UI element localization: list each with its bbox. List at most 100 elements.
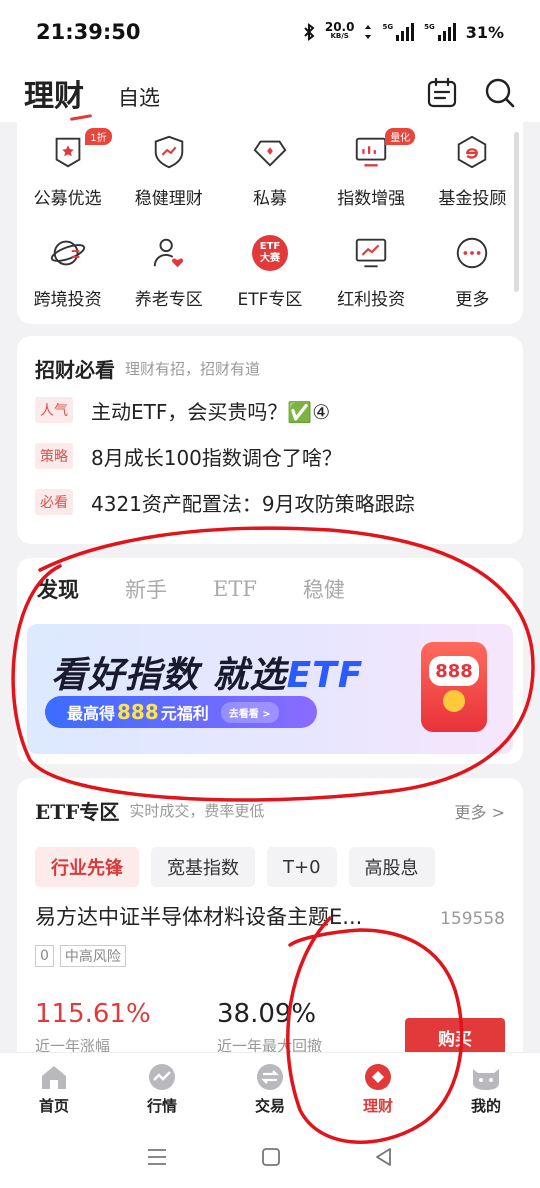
nav-wealth[interactable]: 理财: [324, 1053, 432, 1126]
grid-badge: 1折: [85, 128, 112, 145]
grid-label: ETF专区: [237, 290, 303, 310]
banner-pill: 最高得 888 元福利 去看看 >: [45, 696, 317, 728]
nav-market[interactable]: 行情: [108, 1053, 216, 1126]
net-speed-unit: KB/S: [330, 32, 349, 40]
grid-item-fund-advisory[interactable]: 基金投顾: [422, 126, 523, 227]
more-dots-icon: [457, 237, 488, 269]
status-icons: 20.0 KB/S 5G 5G 31%: [303, 20, 504, 42]
news-item[interactable]: 策略 8月成长100指数调仓了啥？: [35, 433, 505, 479]
etf-contest-icon: ETF 大赛: [251, 235, 288, 271]
chip-t-plus-zero[interactable]: T+0: [267, 847, 337, 887]
grid-label: 更多: [455, 290, 490, 310]
signal-icon: 5G: [382, 23, 415, 41]
diamond-icon: [253, 140, 287, 167]
news-tag: 人气: [35, 397, 73, 423]
status-time: 21:39:50: [36, 20, 141, 44]
nav-label: 我的: [470, 1097, 501, 1115]
nav-label: 首页: [38, 1097, 69, 1115]
grid-label: 指数增强: [337, 189, 406, 209]
net-speed-value: 20.0: [324, 20, 355, 34]
bluetooth-icon: [304, 23, 315, 41]
e-badge-icon: [458, 135, 487, 169]
battery-level: 31%: [465, 22, 504, 42]
grid-item-public-fund[interactable]: 1折 公募优选: [17, 126, 118, 227]
nav-label: 交易: [254, 1097, 285, 1115]
grid-item-private-fund[interactable]: 私募: [219, 126, 320, 227]
banner-go-button[interactable]: 去看看 >: [220, 701, 279, 723]
main-content[interactable]: 1折 公募优选 稳健理财 私募 量化 指数增强 基金投顾 跨境投资 养老专区 E…: [0, 122, 540, 1052]
grid-label: 养老专区: [134, 290, 203, 310]
nav-profile[interactable]: 我的: [432, 1053, 540, 1126]
banner-headline-b: 就选: [212, 655, 287, 696]
signal-icon: 5G: [424, 23, 456, 41]
shield-trend-icon: [154, 135, 184, 169]
market-icon: [149, 1064, 175, 1090]
grid-item-etf-zone[interactable]: ETF 大赛 ETF专区: [219, 227, 320, 328]
grid-item-index-enhanced[interactable]: 量化 指数增强: [321, 126, 422, 227]
news-item[interactable]: 必看 4321资产配置法：9月攻防策略跟踪: [35, 479, 505, 525]
nav-trade[interactable]: 交易: [216, 1053, 324, 1126]
grid-label: 稳健理财: [134, 189, 203, 209]
tab-wealth[interactable]: 理财: [24, 71, 84, 115]
section-title: ETF专区: [35, 800, 120, 824]
pill-num: 888: [117, 700, 159, 724]
search-icon[interactable]: [484, 77, 516, 109]
profile-icon: [473, 1069, 499, 1090]
tab-beginner[interactable]: 新手: [125, 574, 167, 604]
home-square-icon[interactable]: [261, 1147, 281, 1167]
grid-item-pension[interactable]: 养老专区: [118, 227, 219, 328]
buy-button[interactable]: 购买: [405, 1018, 505, 1052]
grid-item-stable-wealth[interactable]: 稳健理财: [118, 126, 219, 227]
bottom-nav: 首页 行情 交易 理财 我的: [0, 1052, 540, 1126]
fund-return-value: 115.61%: [35, 999, 151, 1029]
fund-item[interactable]: 易方达中证半导体材料设备主题E... 159558 0 中高风险 115.61% 近一…: [17, 887, 523, 1052]
grid-item-cross-border[interactable]: 跨境投资: [17, 227, 118, 328]
net-speed: 20.0 KB/S: [324, 20, 355, 41]
etf-zone-card: ETF专区 实时成交，费率更低 更多 > 行业先锋 宽基指数 T+0 高股息 易…: [17, 778, 523, 1052]
nav-home[interactable]: 首页: [0, 1053, 108, 1126]
etf-badge-top: ETF: [259, 241, 281, 252]
nav-label: 行情: [146, 1097, 177, 1115]
top-nav: 理财 自选: [0, 64, 540, 122]
calendar-list-icon[interactable]: [426, 77, 458, 109]
data-arrows-icon: [365, 25, 372, 39]
fund-tag-num: 0: [35, 945, 54, 967]
nav-label: 理财: [362, 1097, 393, 1115]
news-text: 4321资产配置法：9月攻防策略跟踪: [91, 491, 415, 516]
globe-exchange-icon: [50, 240, 85, 266]
status-bar: 21:39:50 20.0 KB/S 5G 5G 31%: [0, 0, 540, 64]
tab-watchlist[interactable]: 自选: [118, 82, 160, 112]
tab-stable[interactable]: 稳健: [303, 574, 345, 604]
scroll-indicator: [514, 132, 519, 292]
chip-broad-index[interactable]: 宽基指数: [151, 847, 255, 887]
news-item[interactable]: 人气 主动ETF，会买贵吗？✅④: [35, 387, 505, 433]
monitor-trend-icon: [355, 238, 387, 268]
fund-risk-tag: 中高风险: [59, 945, 126, 967]
promo-banner[interactable]: 看好指数 就选ETF 最高得 888 元福利 去看看 > 888: [27, 624, 513, 754]
more-link[interactable]: 更多 >: [455, 799, 506, 823]
section-subtitle: 理财有招，招财有道: [125, 360, 261, 378]
grid-item-dividend[interactable]: 红利投资: [321, 227, 422, 328]
feature-grid: 1折 公募优选 稳健理财 私募 量化 指数增强 基金投顾 跨境投资 养老专区 E…: [17, 122, 523, 324]
section-subtitle: 实时成交，费率更低: [129, 802, 265, 820]
trade-icon: [257, 1064, 283, 1090]
pill-pre: 最高得: [67, 704, 116, 723]
tab-etf[interactable]: ETF: [213, 577, 257, 601]
grid-label: 基金投顾: [438, 189, 507, 209]
chip-high-dividend[interactable]: 高股息: [348, 847, 435, 887]
fund-code: 159558: [440, 909, 505, 929]
fund-return-label: 近一年涨幅: [35, 1037, 111, 1052]
etf-badge-bottom: 大赛: [259, 253, 280, 264]
grid-item-more[interactable]: 更多: [422, 227, 523, 328]
pill-post: 元福利: [160, 704, 209, 723]
news-tag: 必看: [35, 489, 73, 515]
must-read-card: 招财必看 理财有招，招财有道 人气 主动ETF，会买贵吗？✅④ 策略 8月成长100…: [17, 336, 523, 544]
red-packet-icon: 888: [421, 642, 487, 732]
back-icon[interactable]: [374, 1147, 394, 1167]
menu-icon[interactable]: [146, 1148, 168, 1166]
shield-star-icon: [55, 137, 80, 168]
tab-discover[interactable]: 发现: [37, 574, 79, 604]
chip-industry-pioneer[interactable]: 行业先锋: [35, 847, 139, 887]
news-tag: 策略: [35, 443, 73, 469]
banner-headline-a: 看好指数: [51, 655, 213, 696]
